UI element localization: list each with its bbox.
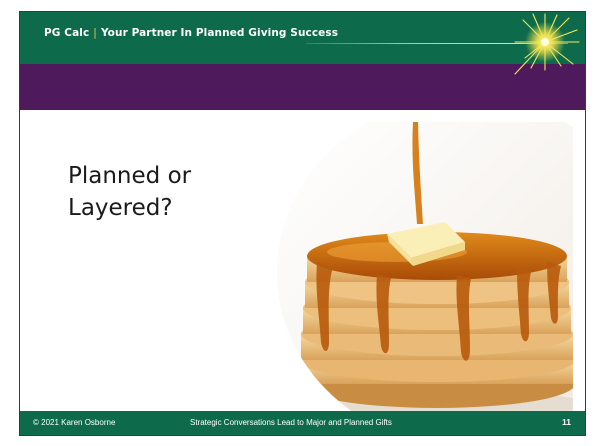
header-title: PG Calc | Your Partner In Planned Giving S… [44,27,338,39]
footer-copyright: © 2021 Karen Osborne [33,418,116,427]
slide-number: 11 [562,417,571,427]
brand-name: PG Calc [44,27,90,39]
slide-title-line-1: Planned or [68,163,192,189]
header-separator: | [93,27,97,39]
slide-title-line-2: Layered? [68,195,173,221]
screen: PG Calc | Your Partner In Planned Giving S… [0,0,594,446]
pancake-photo [277,122,573,411]
footer-bar: © 2021 Karen Osborne Strategic Conversat… [20,411,585,435]
slide-title: Planned or Layered? [68,160,268,224]
header-tagline: Your Partner In Planned Giving Success [100,27,339,39]
presentation-slide: PG Calc | Your Partner In Planned Giving S… [19,11,586,436]
footer-presentation-title: Strategic Conversations Lead to Major an… [190,418,392,427]
starburst-icon [514,13,580,75]
